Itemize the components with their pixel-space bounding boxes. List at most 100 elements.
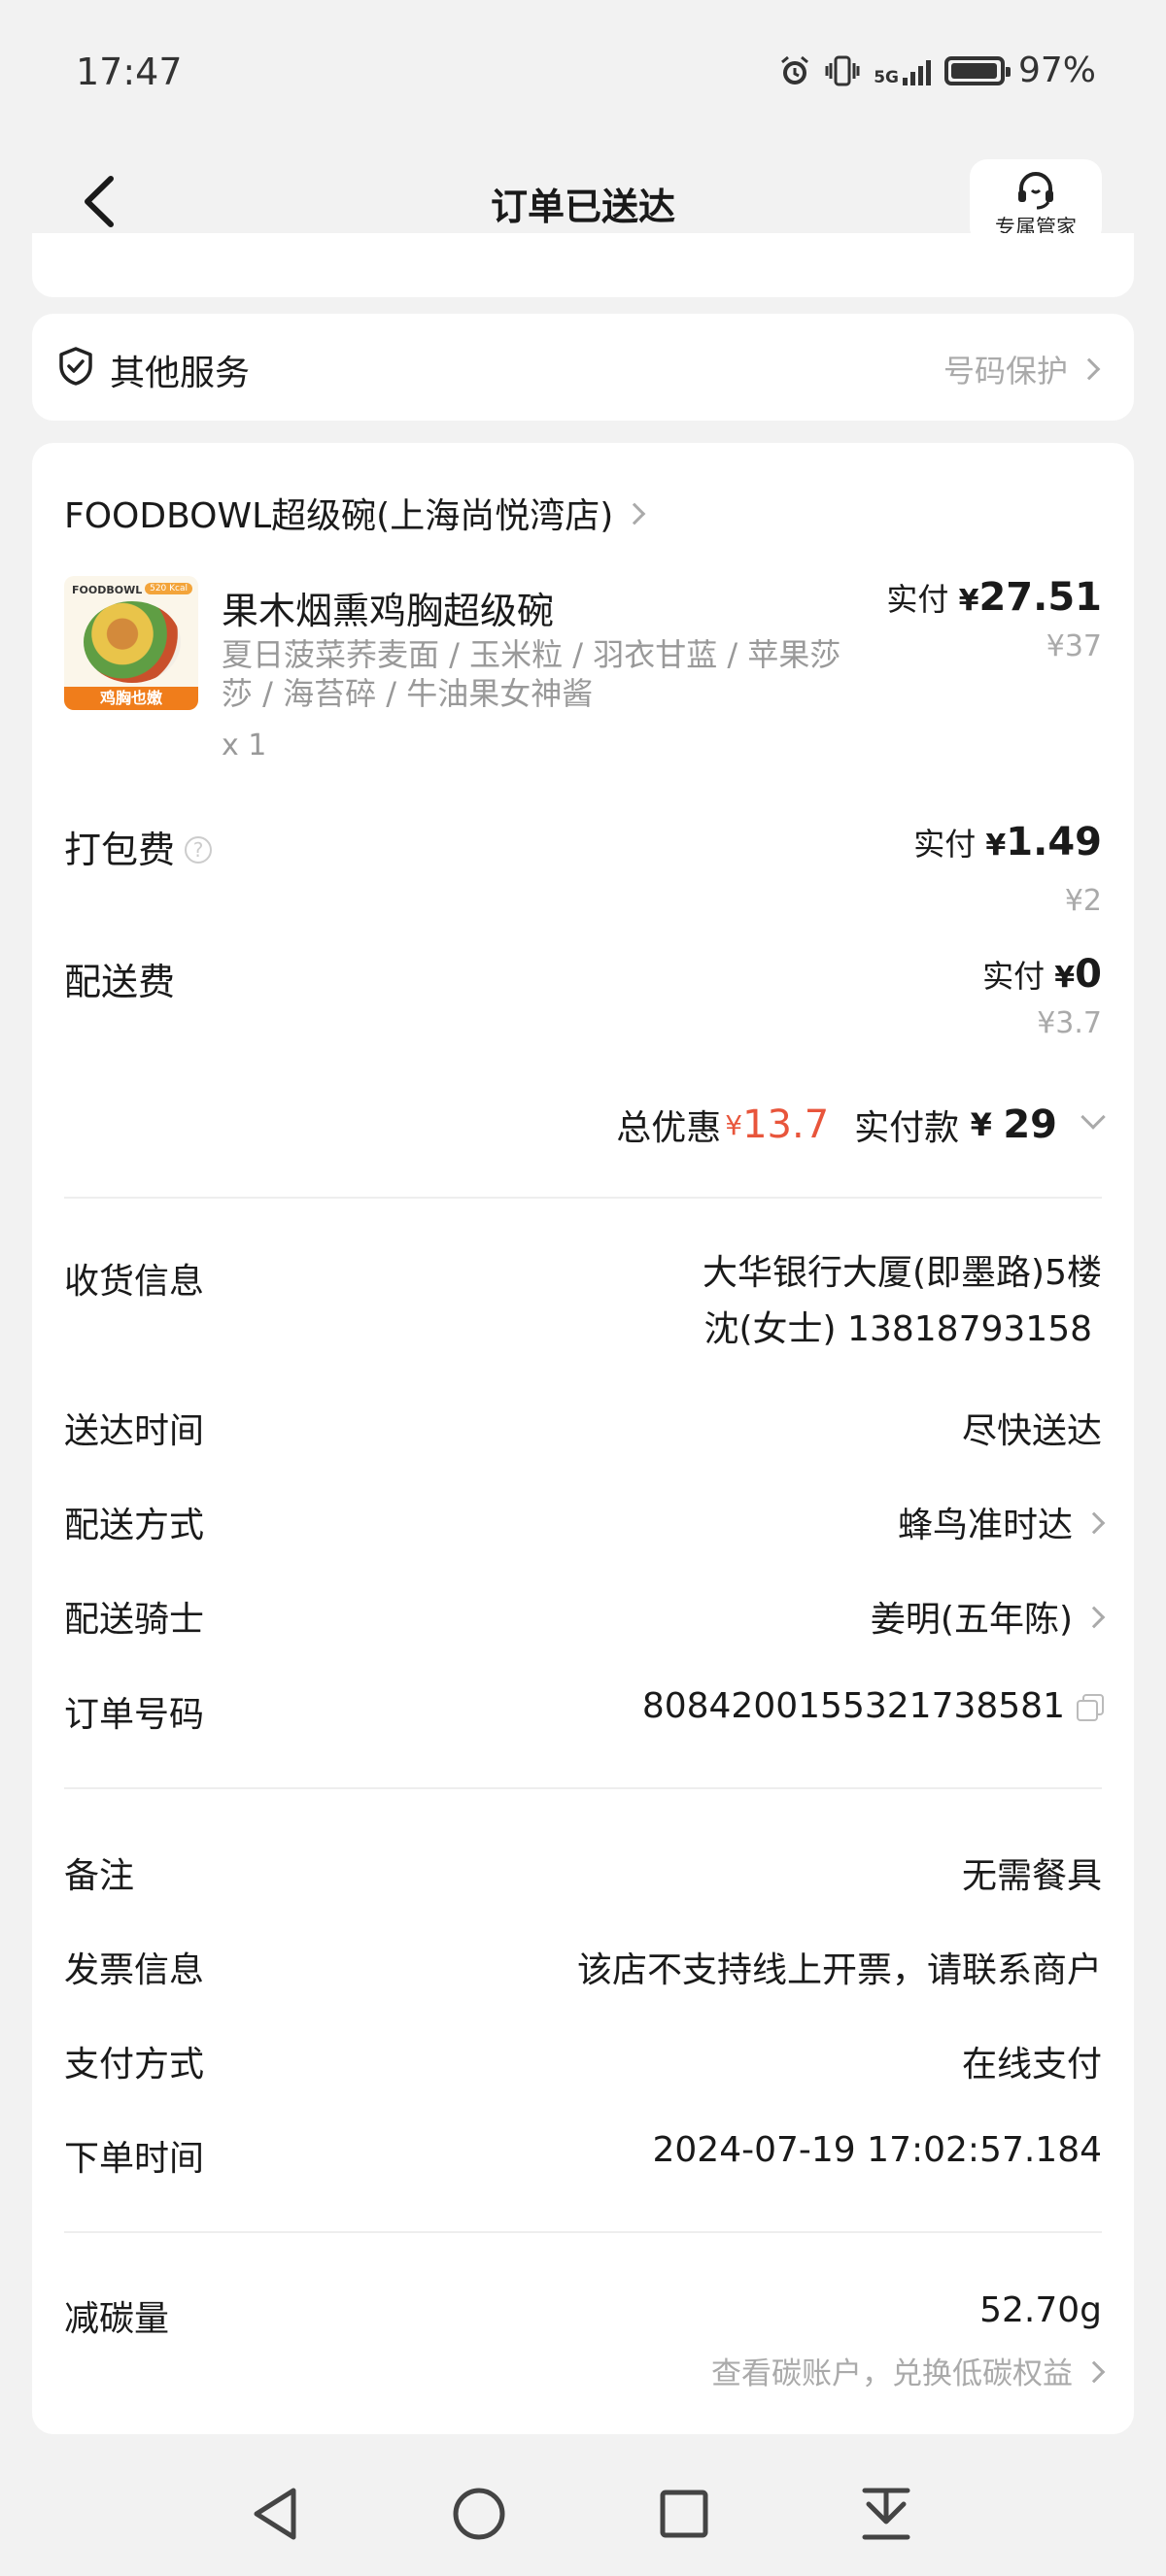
chevron-right-icon (1082, 2360, 1106, 2383)
status-icons: 5G 97% (778, 51, 1096, 90)
row-label: 备注 (64, 1856, 135, 1896)
packing-fee-label: 打包费 (64, 829, 176, 871)
chevron-down-icon (1080, 1104, 1106, 1130)
delivery-method-row[interactable]: 配送方式 蜂鸟准时达 (64, 1497, 1106, 1547)
carbon-account-link[interactable]: 查看碳账户，兑换低碳权益 (711, 2349, 1106, 2392)
delivery-fee-label: 配送费 (64, 961, 176, 1003)
number-protection-label: 号码保护 (943, 353, 1068, 390)
packing-fee-amount: 1.49 (1006, 820, 1102, 864)
rider-name: 姜明(五年陈) (870, 1600, 1073, 1640)
battery-percent: 97% (1017, 51, 1096, 90)
discount-amount: 13.7 (742, 1102, 830, 1147)
item-specs: 夏日菠菜荞麦面 / 玉米粒 / 羽衣甘蓝 / 苹果莎莎 / 海苔碎 / 牛油果女… (222, 636, 841, 712)
rider-row[interactable]: 配送骑士 姜明(五年陈) (64, 1591, 1106, 1642)
row-label: 支付方式 (64, 2045, 205, 2085)
paid-label: 实付 (886, 581, 949, 618)
row-label: 送达时间 (64, 1411, 205, 1451)
other-services-label: 其他服务 (110, 354, 251, 393)
chevron-right-icon (1082, 1606, 1106, 1629)
row-label: 发票信息 (64, 1950, 205, 1990)
total-paid-amount: 29 (1003, 1102, 1057, 1147)
signal-icon (902, 56, 931, 85)
nav-recents-icon[interactable] (653, 2483, 715, 2545)
nav-back-icon[interactable] (245, 2483, 307, 2545)
help-icon[interactable]: ? (185, 835, 213, 864)
receiver-address: 大华银行大厦(即墨路)5楼 (703, 1253, 1102, 1293)
yen-symbol: ¥ (970, 1106, 992, 1143)
steward-button[interactable]: 专属管家 (970, 159, 1102, 245)
receiver-contact: 沈(女士) 13818793158 (703, 1309, 1092, 1349)
copy-icon[interactable] (1077, 1694, 1104, 1721)
shield-check-icon (59, 347, 92, 386)
item-original-price: ¥37 (1046, 629, 1102, 663)
item-name: 果木烟熏鸡胸超级碗 (222, 590, 555, 632)
yen-symbol: ¥ (985, 829, 1007, 863)
receiver-info-row: 收货信息 大华银行大厦(即墨路)5楼 沈(女士) 13818793158 (64, 1253, 1102, 1358)
divider (64, 2231, 1102, 2233)
paid-label: 实付 (913, 826, 977, 863)
thumb-tag: 鸡胸也嫩 (64, 687, 198, 710)
headset-icon (1018, 172, 1053, 210)
store-name: FOODBOWL超级碗(上海尚悦湾店) (64, 496, 614, 536)
nav-dropdown-icon[interactable] (855, 2483, 917, 2545)
divider (64, 1197, 1102, 1199)
packing-fee-paid: 实付 ¥1.49 (913, 820, 1102, 864)
thumb-brand: FOODBOWL (72, 584, 143, 596)
delivery-method-value: 蜂鸟准时达 (897, 1506, 1073, 1545)
delivery-fee-paid: 实付 ¥0 (982, 952, 1102, 997)
yen-symbol: ¥ (725, 1108, 743, 1141)
carbon-link-label: 查看碳账户，兑换低碳权益 (711, 2356, 1073, 2391)
status-time: 17:47 (76, 51, 183, 93)
order-time-row: 下单时间 2024-07-19 17:02:57.184 (64, 2130, 1102, 2181)
item-paid-amount: 27.51 (978, 575, 1102, 620)
delivery-time-row: 送达时间 尽快送达 (64, 1403, 1102, 1453)
previous-card (32, 233, 1134, 297)
row-label: 下单时间 (64, 2139, 205, 2179)
network-label: 5G (874, 67, 899, 87)
chevron-right-icon (623, 502, 646, 525)
order-number-row: 订单号码 8084200155321738581 (64, 1686, 1104, 1737)
chevron-right-icon (1078, 357, 1101, 381)
item-paid: 实付 ¥27.51 (886, 575, 1102, 620)
delivery-time-value: 尽快送达 (961, 1411, 1102, 1451)
chevron-right-icon (1082, 1511, 1106, 1535)
delivery-fee-amount: 0 (1075, 952, 1102, 997)
total-paid-label: 实付款 (854, 1108, 960, 1148)
divider (64, 1787, 1102, 1789)
nav-home-icon[interactable] (448, 2483, 510, 2545)
row-label: 收货信息 (64, 1262, 205, 1302)
vibrate-icon (825, 55, 860, 85)
item-thumbnail[interactable]: FOODBOWL 520 Kcal 鸡胸也嫩 (64, 576, 198, 710)
row-label: 减碳量 (64, 2299, 170, 2339)
invoice-row: 发票信息 该店不支持线上开票，请联系商户 (64, 1942, 1102, 1992)
totals-row[interactable]: 总优惠 ¥ 13.7 实付款 ¥ 29 (616, 1100, 1106, 1150)
delivery-fee-original: ¥3.7 (1037, 1006, 1102, 1040)
invoice-value: 该店不支持线上开票，请联系商户 (576, 1950, 1102, 1990)
thumb-kcal: 520 Kcal (145, 583, 192, 594)
other-services-card[interactable]: 其他服务 号码保护 (32, 314, 1134, 421)
discount-label: 总优惠 (616, 1108, 722, 1148)
row-label: 配送骑士 (64, 1600, 205, 1640)
carbon-value: 52.70g (979, 2290, 1102, 2330)
yen-symbol: ¥ (958, 584, 979, 618)
remark-row: 备注 无需餐具 (64, 1847, 1102, 1898)
paid-label: 实付 (982, 958, 1046, 995)
food-bowl-image (84, 601, 181, 683)
system-nav-bar (0, 2452, 1166, 2576)
order-time-value: 2024-07-19 17:02:57.184 (652, 2130, 1103, 2170)
remark-value: 无需餐具 (961, 1856, 1102, 1896)
store-link[interactable]: FOODBOWL超级碗(上海尚悦湾店) (64, 488, 646, 538)
payment-method-value: 在线支付 (961, 2045, 1102, 2085)
number-protection-link[interactable]: 号码保护 (943, 347, 1101, 391)
alarm-icon (781, 55, 809, 85)
battery-icon (943, 55, 1011, 85)
battery-fill (950, 62, 997, 79)
row-label: 配送方式 (64, 1506, 205, 1545)
carbon-row: 减碳量 52.70g (64, 2290, 1102, 2341)
payment-method-row: 支付方式 在线支付 (64, 2036, 1102, 2086)
packing-fee-row: 打包费? (64, 820, 213, 873)
yen-symbol: ¥ (1054, 961, 1076, 995)
packing-fee-original: ¥2 (1064, 884, 1102, 918)
order-number: 8084200155321738581 (641, 1686, 1065, 1726)
item-qty: x 1 (222, 729, 267, 763)
